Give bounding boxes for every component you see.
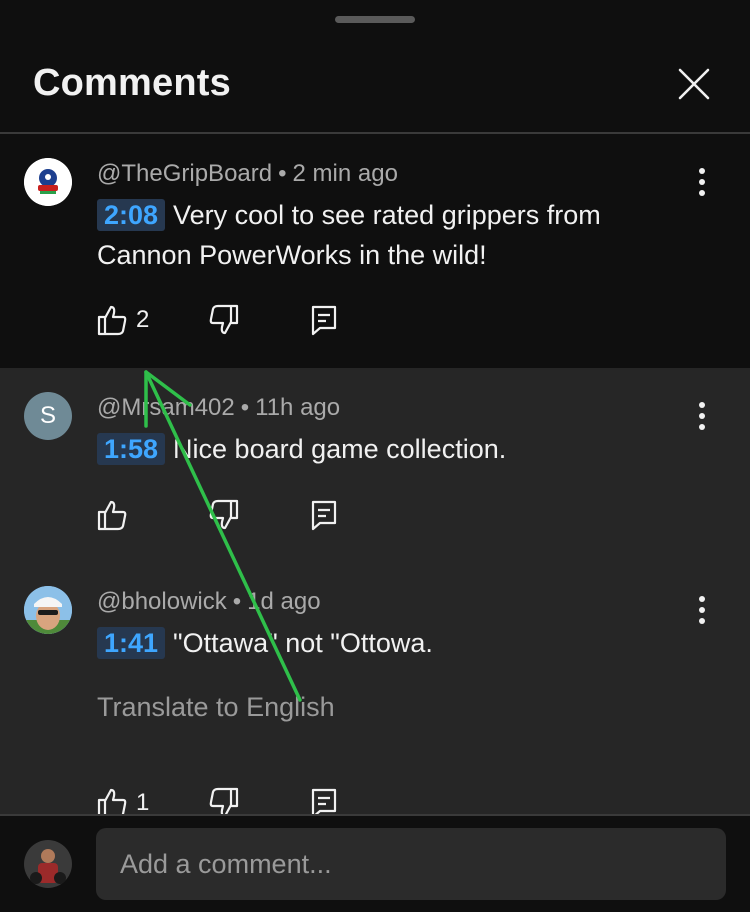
like-count: 2 xyxy=(136,306,150,333)
like-button[interactable] xyxy=(96,303,128,337)
comment-body: 2:08 Very cool to see rated grippers from… xyxy=(97,195,697,275)
comments-sheet: Comments @TheGripBoard • 2 min ago 2:08 Ver… xyxy=(0,0,750,912)
avatar[interactable] xyxy=(24,158,72,206)
reply-icon xyxy=(311,500,337,531)
more-options-button[interactable] xyxy=(690,398,714,434)
comment-author[interactable]: @bholowick xyxy=(97,588,227,615)
comment-meta: @Mrsam402 • 11h ago xyxy=(97,394,341,421)
thumbs-up-icon xyxy=(97,500,127,531)
user-photo-icon xyxy=(24,586,72,634)
comment-time: 2 min ago xyxy=(292,160,398,187)
reply-button[interactable] xyxy=(310,498,338,532)
translate-link[interactable]: Translate to English xyxy=(97,692,335,723)
comment-text: "Ottawa" not "Ottowa. xyxy=(173,628,433,658)
comment-time: 1d ago xyxy=(247,588,321,615)
thumbs-down-icon xyxy=(209,499,239,530)
drag-handle[interactable] xyxy=(335,16,415,23)
avatar-letter: S xyxy=(39,402,56,429)
more-options-button[interactable] xyxy=(690,592,714,628)
current-user-photo-icon xyxy=(24,840,72,888)
avatar xyxy=(24,840,72,888)
timestamp-link[interactable]: 1:41 xyxy=(97,627,166,659)
dislike-button[interactable] xyxy=(208,303,240,337)
comment-composer xyxy=(0,814,750,912)
comment-body: 1:41 "Ottawa" not "Ottowa. xyxy=(97,623,697,663)
dislike-button[interactable] xyxy=(208,498,240,532)
avatar[interactable] xyxy=(24,586,72,634)
comment-author[interactable]: @Mrsam402 xyxy=(97,394,235,421)
comment-text: Nice board game collection. xyxy=(173,434,507,464)
comment-meta: @TheGripBoard • 2 min ago xyxy=(97,160,398,187)
comment-body: 1:58 Nice board game collection. xyxy=(97,429,697,469)
comment-actions: 2 xyxy=(96,303,356,337)
thumbs-down-icon xyxy=(209,304,239,335)
thumbs-up-icon xyxy=(97,305,127,336)
like-button[interactable] xyxy=(96,498,128,532)
grip-board-logo-icon xyxy=(24,158,72,206)
like-count: 1 xyxy=(136,789,150,816)
timestamp-link[interactable]: 2:08 xyxy=(97,199,166,231)
comment-meta: @bholowick • 1d ago xyxy=(97,588,321,615)
more-vertical-icon xyxy=(699,402,705,430)
reply-icon xyxy=(311,305,337,336)
comment-author[interactable]: @TheGripBoard xyxy=(97,160,272,187)
more-vertical-icon xyxy=(699,168,705,196)
close-icon xyxy=(678,68,710,100)
comment-actions xyxy=(96,498,356,532)
avatar[interactable]: S xyxy=(24,392,72,440)
more-options-button[interactable] xyxy=(690,164,714,200)
comment-time: 11h ago xyxy=(255,394,341,421)
header-divider xyxy=(0,132,750,134)
close-button[interactable] xyxy=(672,62,716,106)
more-vertical-icon xyxy=(699,596,705,624)
reply-button[interactable] xyxy=(310,303,338,337)
page-title: Comments xyxy=(33,62,231,104)
comment-text: Very cool to see rated grippers from Can… xyxy=(97,200,601,270)
comment-input[interactable] xyxy=(96,828,726,900)
timestamp-link[interactable]: 1:58 xyxy=(97,433,166,465)
